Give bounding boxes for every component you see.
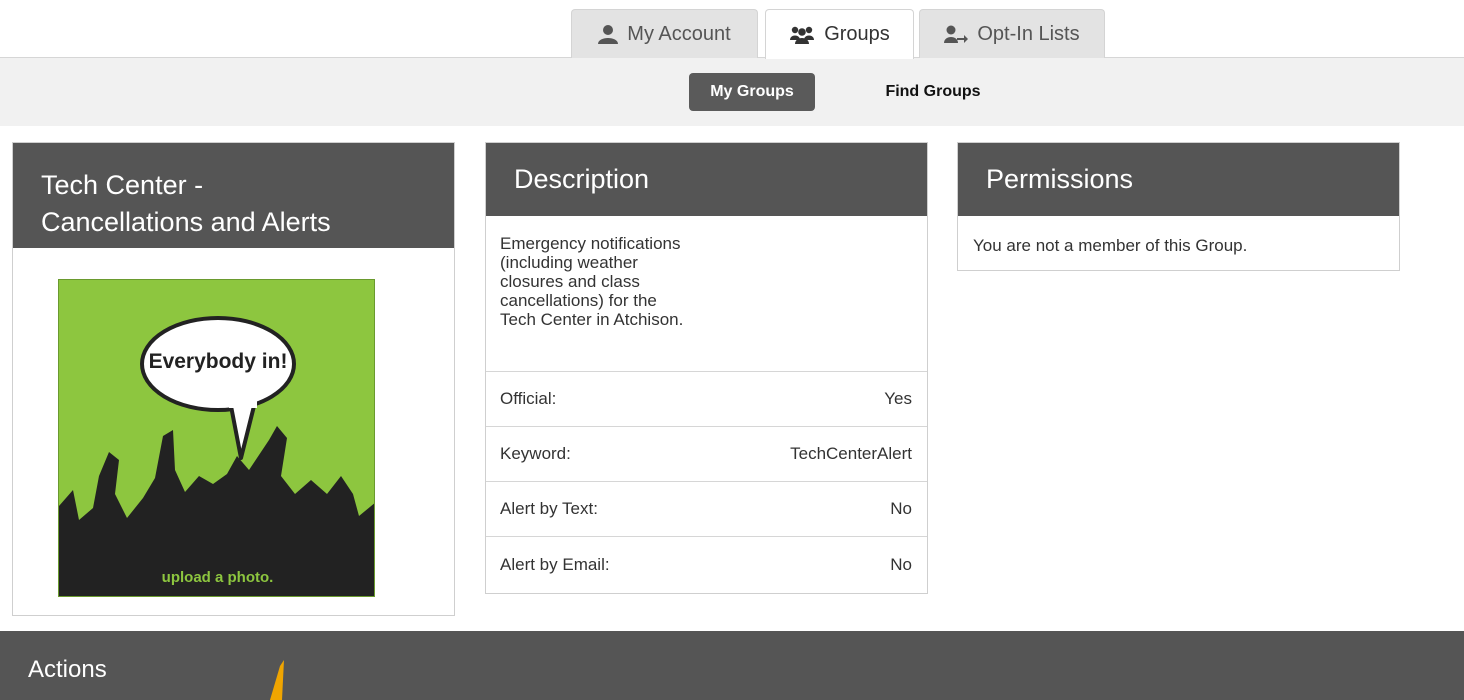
description-line: Emergency notifications — [500, 234, 681, 253]
photo-speech-text: Everybody in! — [148, 350, 288, 373]
group-title: Tech Center - Cancellations and Alerts — [13, 143, 454, 248]
tab-my-account[interactable]: My Account — [571, 9, 758, 58]
description-line: (including weather — [500, 253, 638, 272]
official-row: Official: Yes — [486, 372, 927, 427]
accent-mark-icon — [270, 660, 284, 700]
photo-caption: upload a photo. — [161, 569, 274, 586]
sub-navigation: My Groups Find Groups — [0, 58, 1464, 126]
tab-label: Opt-In Lists — [977, 22, 1080, 45]
actions-title: Actions — [28, 656, 107, 683]
row-label: Alert by Text: — [500, 499, 598, 518]
tab-label: Groups — [824, 23, 890, 45]
row-value: No — [890, 499, 912, 518]
user-icon — [598, 24, 619, 44]
row-value: No — [890, 554, 912, 574]
keyword-row: Keyword: TechCenterAlert — [486, 427, 927, 482]
permissions-heading: Permissions — [958, 143, 1399, 216]
permissions-text: You are not a member of this Group. — [973, 236, 1248, 255]
description-panel: Description Emergency notifications (inc… — [485, 142, 928, 594]
group-title-line-2: Cancellations and Alerts — [41, 207, 331, 237]
main-tabs: My Account Groups Opt-In Lists — [0, 0, 1464, 59]
user-signin-icon — [944, 24, 969, 44]
row-label: Official: — [500, 389, 557, 408]
description-line: closures and class — [500, 272, 640, 291]
row-label: Alert by Email: — [500, 554, 610, 574]
group-panel: Tech Center - Cancellations and Alerts E… — [12, 142, 455, 616]
tab-groups[interactable]: Groups — [765, 9, 914, 59]
alert-by-email-row: Alert by Email: No — [486, 537, 927, 592]
alert-by-text-row: Alert by Text: No — [486, 482, 927, 537]
group-title-line-1: Tech Center - — [41, 170, 204, 200]
group-photo-placeholder[interactable]: Everybody in! upload a photo. — [58, 279, 375, 597]
row-value: TechCenterAlert — [790, 444, 912, 463]
my-groups-button[interactable]: My Groups — [689, 73, 815, 111]
find-groups-link[interactable]: Find Groups — [870, 73, 996, 111]
users-icon — [789, 25, 815, 45]
permissions-panel: Permissions You are not a member of this… — [957, 142, 1400, 271]
actions-bar: Actions — [0, 631, 1464, 700]
row-label: Keyword: — [500, 444, 571, 463]
tab-opt-in-lists[interactable]: Opt-In Lists — [919, 9, 1105, 58]
tab-label: My Account — [627, 22, 731, 45]
description-line: Tech Center in Atchison. — [500, 310, 684, 329]
row-value: Yes — [884, 389, 912, 408]
description-line: cancellations) for the — [500, 291, 657, 310]
description-text: Emergency notifications (including weath… — [486, 216, 927, 372]
description-heading: Description — [486, 143, 927, 216]
